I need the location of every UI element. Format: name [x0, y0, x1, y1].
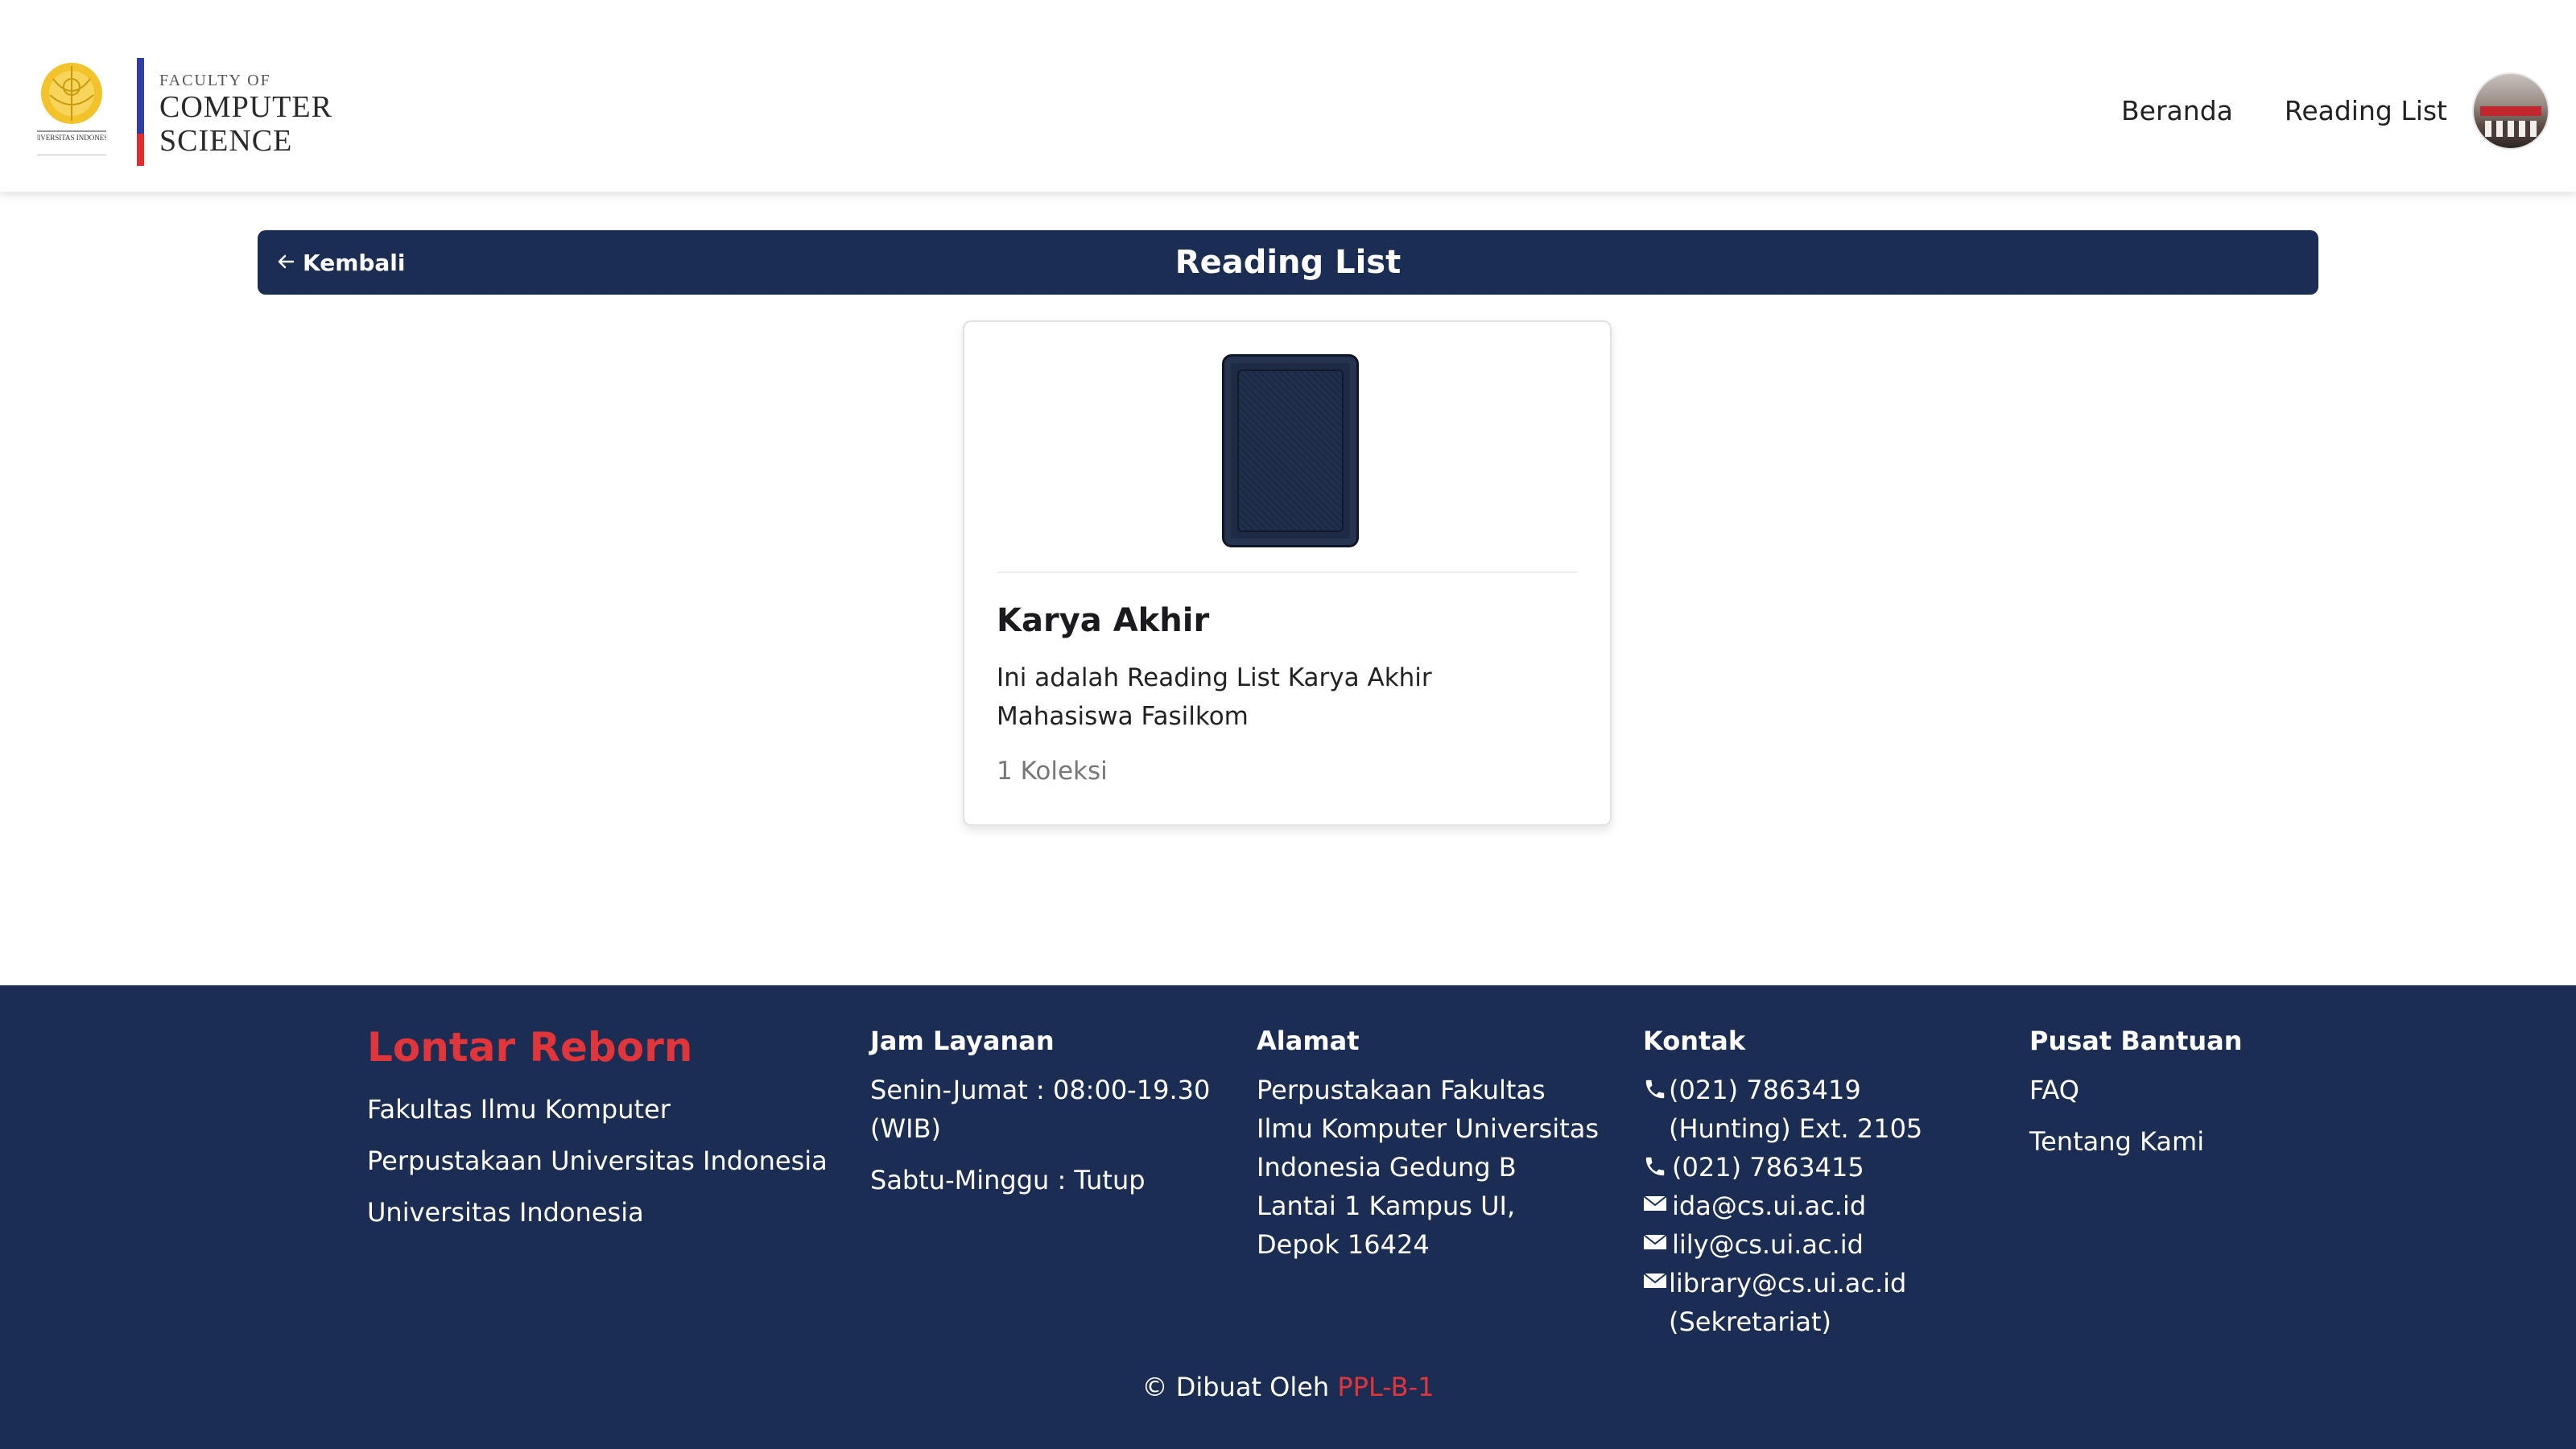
footer-link-ui[interactable]: Universitas Indonesia: [367, 1187, 828, 1238]
faculty-of-label: FACULTY OF: [159, 72, 271, 89]
contact-phone-1[interactable]: (021) 7863419 (Hunting) Ext. 2105: [1643, 1071, 1981, 1148]
nav-item-beranda[interactable]: Beranda: [2121, 95, 2233, 126]
copyright-team[interactable]: PPL-B-1: [1337, 1372, 1434, 1402]
footer-link-faq[interactable]: FAQ: [2029, 1071, 2287, 1109]
svg-text:UNIVERSITAS INDONESIA: UNIVERSITAS INDONESIA: [37, 134, 106, 142]
footer-address-heading: Alamat: [1257, 1026, 1360, 1056]
nav-item-reading-list[interactable]: Reading List: [2285, 95, 2447, 126]
computer-label: COMPUTER: [159, 90, 332, 124]
footer-hours-weekday: Senin-Jumat : 08:00-19.30 (WIB): [870, 1075, 1211, 1144]
science-label: SCIENCE: [159, 124, 293, 158]
contact-email-1[interactable]: ida@cs.ui.ac.id: [1643, 1187, 1981, 1225]
footer-hours-heading: Jam Layanan: [870, 1026, 1055, 1056]
footer-help-column: Pusat Bantuan FAQ Tentang Kami: [2029, 1026, 2287, 1161]
contact-phone-2-text: (021) 7863415: [1672, 1152, 1864, 1183]
footer-copyright: © Dibuat Oleh PPL-B-1: [0, 1372, 2576, 1402]
footer-contact-column: Kontak (021) 7863419 (Hunting) Ext. 2105…: [1643, 1026, 1981, 1341]
contact-email-3[interactable]: library@cs.ui.ac.id (Sekretariat): [1643, 1264, 1981, 1341]
reading-list-count: 1 Koleksi: [997, 757, 1108, 786]
footer-contact-heading: Kontak: [1643, 1026, 1746, 1056]
contact-email-3-text: library@cs.ui.ac.id (Sekretariat): [1669, 1268, 1907, 1337]
footer-link-tentang-kami[interactable]: Tentang Kami: [2029, 1122, 2287, 1161]
page-title: Reading List: [1174, 244, 1402, 281]
reading-list-description: Ini adalah Reading List Karya Akhir Maha…: [997, 663, 1432, 731]
logo-divider: [137, 58, 144, 166]
mail-icon: [1643, 1264, 1667, 1290]
contact-email-2-text: lily@cs.ui.ac.id: [1672, 1229, 1864, 1260]
copyright-prefix: © Dibuat Oleh: [1141, 1372, 1330, 1402]
makara-emblem-icon: UNIVERSITAS INDONESIA: [27, 63, 116, 155]
universitas-indonesia-logo[interactable]: UNIVERSITAS INDONESIA: [27, 55, 116, 164]
phone-icon: [1643, 1071, 1667, 1101]
contact-phone-2[interactable]: (021) 7863415: [1643, 1148, 1981, 1187]
phone-icon: [1643, 1148, 1670, 1179]
contact-email-1-text: ida@cs.ui.ac.id: [1672, 1191, 1867, 1221]
footer-hours-column: Jam Layanan Senin-Jumat : 08:00-19.30 (W…: [870, 1026, 1224, 1199]
faculty-wordmark[interactable]: FACULTY OF COMPUTER SCIENCE: [159, 72, 332, 156]
user-avatar[interactable]: [2472, 72, 2549, 150]
footer-link-perpustakaan-ui[interactable]: Perpustakaan Universitas Indonesia: [367, 1135, 828, 1187]
footer-brand[interactable]: Lontar Reborn: [367, 1024, 828, 1071]
reading-list-title: Karya Akhir: [997, 602, 1210, 639]
site-header: UNIVERSITAS INDONESIA FACULTY OF COMPUTE…: [0, 0, 2576, 192]
footer-address-column: Alamat Perpustakaan Fakultas Ilmu Komput…: [1257, 1026, 1603, 1264]
footer-link-fasilkom[interactable]: Fakultas Ilmu Komputer: [367, 1084, 828, 1135]
contact-email-2[interactable]: lily@cs.ui.ac.id: [1643, 1225, 1981, 1264]
footer-address-text: Perpustakaan Fakultas Ilmu Komputer Univ…: [1257, 1075, 1600, 1260]
footer-brand-column: Lontar Reborn Fakultas Ilmu Komputer Per…: [367, 1024, 828, 1238]
main-nav: Beranda Reading List: [2121, 95, 2447, 126]
card-divider: [997, 572, 1578, 573]
footer-hours-weekend: Sabtu-Minggu : Tutup: [870, 1165, 1146, 1195]
mail-icon: [1643, 1187, 1670, 1212]
mail-icon: [1643, 1225, 1670, 1251]
page-title-bar: Kembali Reading List: [258, 230, 2318, 295]
reading-list-card[interactable]: Karya Akhir Ini adalah Reading List Kary…: [963, 320, 1612, 826]
book-cover-image: [1222, 354, 1359, 547]
site-footer: Lontar Reborn Fakultas Ilmu Komputer Per…: [0, 985, 2576, 1449]
contact-phone-1-text: (021) 7863419 (Hunting) Ext. 2105: [1669, 1075, 1923, 1144]
footer-help-heading: Pusat Bantuan: [2029, 1026, 2243, 1056]
